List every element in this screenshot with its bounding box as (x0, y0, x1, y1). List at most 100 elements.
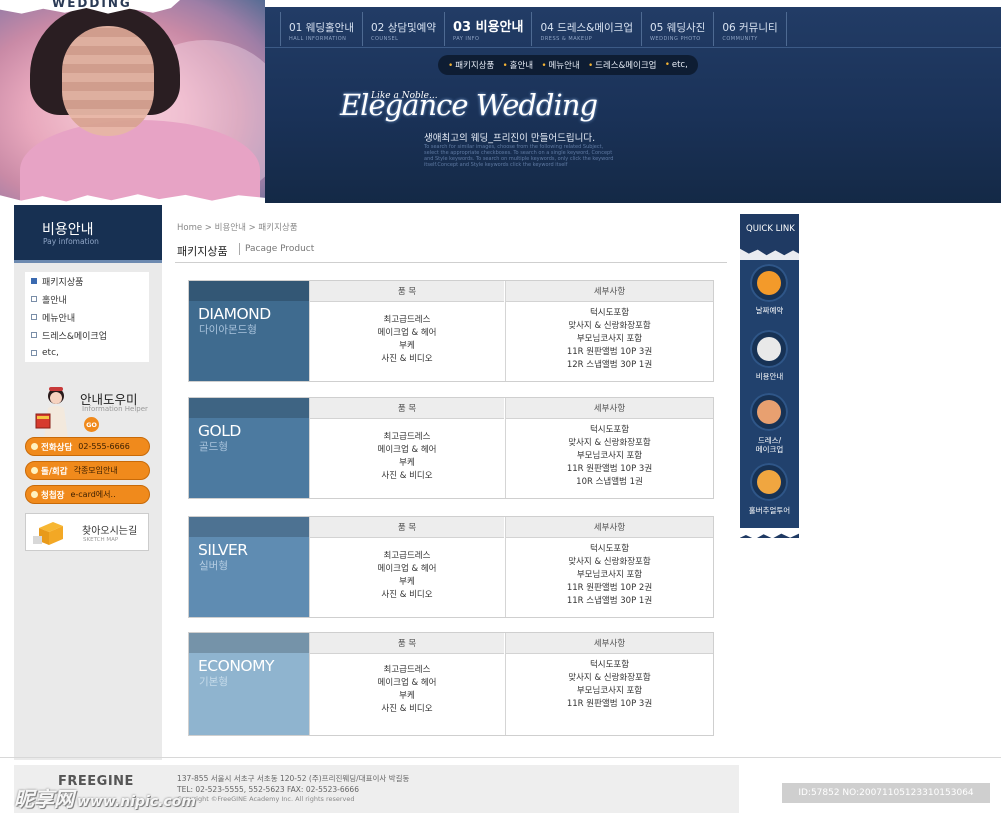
package-detail: 11R 원판앨범 10P 3권 (566, 464, 653, 474)
package-card: SILVER 실버형 품 목 세부사항 최고급드레스 메이크업 & 헤어 부케 사진 & 비디… (188, 516, 714, 618)
package-name-ko: 실버형 (199, 560, 228, 572)
gnb-sublabel: PAY INFO (453, 36, 480, 42)
package-detail: 맞사지 & 신랑화장포함 (568, 673, 651, 683)
gnb-label: 06 커뮤니티 (722, 22, 778, 34)
column-header-details: 세부사항 (506, 398, 713, 419)
button-label: 청첩장 (41, 490, 65, 501)
package-card: DIAMOND 다이아몬드형 품 목 세부사항 최고급드레스 메이크업 & 헤어 부케 사진 … (188, 280, 714, 382)
package-label-panel: DIAMOND 다이아몬드형 (189, 281, 309, 381)
button-value: 각종모임안내 (73, 466, 118, 475)
side-menu-label: 드레스&메이크업 (42, 331, 107, 342)
quick-link-label[interactable]: 홀버추얼투어 (741, 506, 798, 515)
gnb-sublabel: WEDDING PHOTO (649, 36, 701, 42)
package-card: GOLD 골드형 품 목 세부사항 최고급드레스 메이크업 & 헤어 부케 사진 & 비디오 턱… (188, 397, 714, 499)
gnb-item-3[interactable]: 03 비용안내 PAY INFO (445, 12, 533, 46)
package-item: 메이크업 & 헤어 (377, 564, 437, 574)
helper-subtitle: Information Helper (82, 405, 148, 413)
package-detail: 턱시도포함 (589, 425, 630, 435)
quick-link-title: QUICK LINK (746, 224, 795, 234)
gnb-sublabel: DRESS & MAKEUP (540, 36, 593, 42)
package-detail: 턱시도포함 (589, 660, 630, 670)
watermark-id: ID:57852 NO:20071105123310153064 (782, 783, 990, 803)
package-detail: 12R 스냅앨범 30P 1권 (566, 360, 653, 370)
package-item: 사진 & 비디오 (381, 471, 433, 481)
subnav-item[interactable]: 패키지상품 (448, 59, 494, 71)
footer-address: 137-855 서울시 서초구 서초동 120-52 (주)프리진웨딩/대표이사… (177, 773, 409, 795)
package-detail: 부모님코사지 포함 (576, 334, 643, 344)
global-nav: 01 웨딩홀안내 HALL INFORMATION 02 상담및예약 COUNSEL 0… (280, 12, 787, 46)
package-item: 사진 & 비디오 (381, 704, 433, 714)
package-item: 메이크업 & 헤어 (377, 678, 437, 688)
package-name-ko: 다이아몬드형 (199, 324, 257, 336)
square-bullet-icon (31, 350, 37, 356)
button-label: 전화상담 (41, 442, 73, 453)
wallet-icon[interactable] (750, 330, 788, 368)
hero-tagline: 생애최고의 웨딩_프리진이 만들어드립니다. (424, 133, 596, 144)
side-menu-item[interactable]: 홀안내 (25, 290, 149, 308)
package-details-cell: 턱시도포함 맞사지 & 신랑화장포함 부모님코사지 포함 11R 원판앨범 10P 2… (506, 543, 713, 608)
side-menu-label: 홀안내 (42, 295, 67, 306)
gnb-item-2[interactable]: 02 상담및예약 COUNSEL (363, 12, 445, 46)
gnb-label: 05 웨딩사진 (649, 22, 706, 34)
button-value: 02-555-6666 (78, 442, 130, 451)
quick-link-bottom-edge (740, 528, 799, 540)
package-detail: 턱시도포함 (589, 308, 630, 318)
people-icon[interactable] (750, 393, 788, 431)
package-details-cell: 턱시도포함맞사지 & 신랑화장포함부모님코사지 포함 11R 원판앨범 10P 3… (506, 307, 713, 372)
column-header-items: 품 목 (310, 281, 504, 302)
section-subtitle: Pay infomation (43, 237, 99, 246)
column-header-items: 품 목 (310, 517, 504, 538)
package-detail: 10R 스냅앨범 1권 (576, 477, 643, 487)
package-detail: 11R 원판앨범 10P 3권 (566, 347, 653, 357)
subnav-item[interactable]: 드레스&메이크업 (588, 59, 656, 71)
button-label: 돌/회갑 (41, 466, 68, 477)
invitation-button[interactable]: 청첩장 e-card에서.. (25, 485, 150, 504)
package-item: 부케 (399, 691, 415, 701)
gnb-item-6[interactable]: 06 커뮤니티 COMMUNITY (714, 12, 787, 46)
quick-link-label[interactable]: 비용안내 (741, 372, 798, 381)
quick-link-label[interactable]: 드레스/ 메이크업 (741, 436, 798, 454)
page-title: 패키지상품 (177, 245, 228, 258)
subnav-item[interactable]: 메뉴안내 (541, 59, 579, 71)
side-menu-label: 패키지상품 (42, 277, 84, 288)
package-item: 최고급드레스 (383, 432, 431, 442)
side-menu-item[interactable]: etc, (25, 344, 149, 362)
map-subtitle: SKETCH MAP (83, 537, 119, 543)
package-detail: 맞사지 & 신랑화장포함 (568, 321, 651, 331)
hero-script-small: Like a Noble... (371, 91, 438, 101)
package-item: 메이크업 & 헤어 (377, 445, 437, 455)
package-detail: 맞사지 & 신랑화장포함 (568, 438, 651, 448)
party-info-button[interactable]: 돌/회갑 각종모임안내 (25, 461, 150, 480)
helper-go-button[interactable]: GO (84, 417, 99, 432)
subnav-item[interactable]: etc, (665, 60, 688, 70)
package-name-ko: 골드형 (199, 441, 228, 453)
footer-copyright: Copyright ©FreeGINE Academy Inc. All rig… (177, 795, 355, 803)
clock-icon[interactable] (750, 264, 788, 302)
package-items-cell: 최고급드레스 메이크업 & 헤어 부케 사진 & 비디오 (310, 550, 504, 602)
side-menu-item[interactable]: 메뉴안내 (25, 308, 149, 326)
package-name-en: DIAMOND (198, 305, 271, 323)
gnb-label: 04 드레스&메이크업 (540, 22, 633, 34)
button-value: e-card에서.. (70, 490, 116, 499)
title-divider (239, 243, 240, 255)
side-menu-item[interactable]: 드레스&메이크업 (25, 326, 149, 344)
side-menu-label: 메뉴안내 (42, 313, 76, 324)
pixelated-face (62, 26, 154, 136)
gnb-sublabel: COMMUNITY (722, 36, 758, 42)
subnav-item[interactable]: 홀안내 (503, 59, 533, 71)
gnb-item-4[interactable]: 04 드레스&메이크업 DRESS & MAKEUP (532, 12, 642, 46)
package-detail: 11R 스냅앨범 30P 1권 (566, 596, 653, 606)
sub-nav: 패키지상품 홀안내 메뉴안내 드레스&메이크업 etc, (438, 55, 698, 75)
quick-link-label[interactable]: 날짜예약 (741, 306, 798, 315)
site-logo[interactable]: WEDDING (52, 0, 132, 10)
gnb-item-5[interactable]: 05 웨딩사진 WEDDING PHOTO (642, 12, 715, 46)
square-bullet-icon (31, 296, 37, 302)
package-label-panel: GOLD 골드형 (189, 398, 309, 498)
package-item: 사진 & 비디오 (381, 354, 433, 364)
side-menu-item[interactable]: 패키지상품 (25, 272, 149, 290)
gnb-item-1[interactable]: 01 웨딩홀안내 HALL INFORMATION (280, 12, 363, 46)
house-icon[interactable] (750, 463, 788, 501)
package-detail: 맞사지 & 신랑화장포함 (568, 557, 651, 567)
package-item: 최고급드레스 (383, 315, 431, 325)
phone-consult-button[interactable]: 전화상담 02-555-6666 (25, 437, 150, 456)
